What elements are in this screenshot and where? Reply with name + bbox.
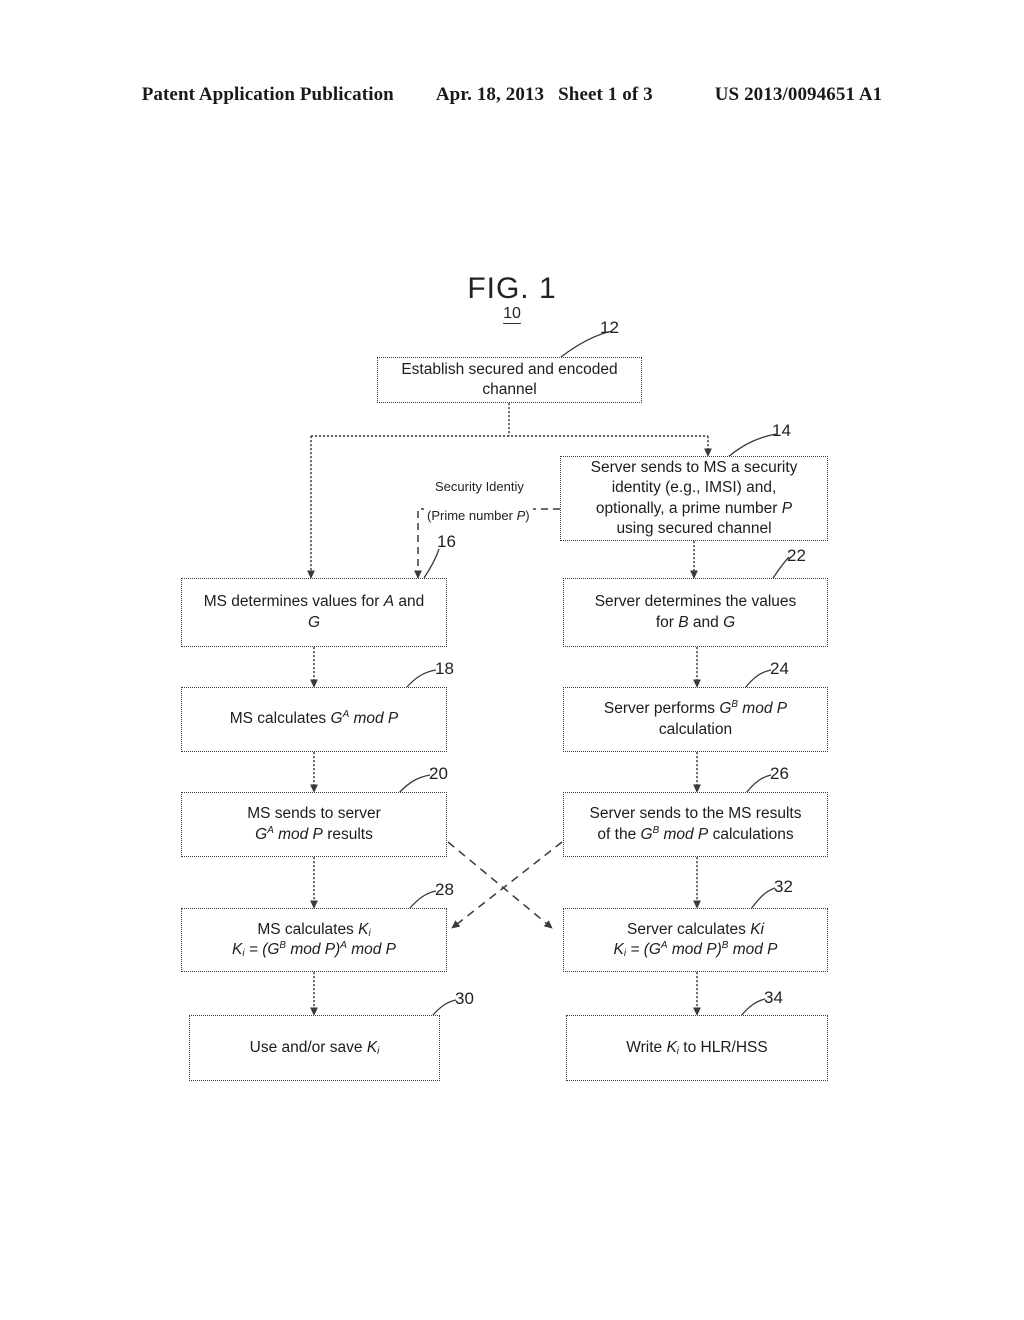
flow-box-server-determines-values: Server determines the values for B and G — [563, 578, 828, 647]
flow-box-ms-sends-results: MS sends to server GA mod P results — [181, 792, 447, 857]
patent-page: Patent Application Publication Apr. 18, … — [0, 0, 1024, 1320]
flow-box-server-sends-identity: Server sends to MS a security identity (… — [560, 456, 828, 541]
figure-number-value: 10 — [503, 305, 521, 324]
wire-label-security-identity: Security Identiy — [432, 479, 527, 494]
ref-numeral-12: 12 — [600, 318, 619, 337]
flow-box-ms-determines-values: MS determines values for A and G — [181, 578, 447, 647]
publication-label: Patent Application Publication — [141, 84, 394, 105]
flow-box-write-ki-hlr: Write Ki to HLR/HSS — [566, 1015, 828, 1081]
box26-line2: of the GB mod P calculations — [597, 824, 794, 843]
figure-title: FIG. 1 — [467, 272, 557, 305]
box26-line1: Server sends to the MS results — [589, 805, 802, 823]
box32-line2: Ki = (GA mod P)B mod P — [613, 939, 778, 959]
box20-line1: MS sends to server — [247, 805, 381, 823]
box28-line2: Ki = (GB mod P)A mod P — [231, 939, 397, 959]
box32-line1: Server calculates Ki — [627, 920, 764, 938]
box14-line3: optionally, a prime number P — [595, 499, 793, 517]
flow-connectors — [307, 330, 790, 1017]
box24-line1: Server performs GB mod P — [603, 698, 788, 718]
flow-box-establish-channel: Establish secured and encoded channel — [377, 357, 642, 403]
ref-numeral-20: 20 — [429, 764, 448, 783]
flow-box-ms-calculates-ki: MS calculates Ki Ki = (GB mod P)A mod P — [181, 908, 447, 972]
box24-line2: calculation — [658, 720, 733, 738]
patent-running-header: Patent Application Publication Apr. 18, … — [0, 84, 1024, 106]
ref-numeral-34: 34 — [764, 988, 783, 1007]
box16-line1: MS determines values for A and — [203, 593, 425, 611]
box22-line1: Server determines the values — [594, 593, 797, 611]
box34-text: Write Ki to HLR/HSS — [626, 1038, 768, 1057]
ref-numeral-32: 32 — [774, 877, 793, 896]
box14-line1: Server sends to MS a security — [590, 458, 798, 476]
box30-text: Use and/or save Ki — [249, 1038, 380, 1057]
box28-line1: MS calculates Ki — [257, 920, 371, 939]
prime-number-text: (Prime number P) — [427, 508, 530, 523]
box22-line2: for B and G — [655, 613, 736, 631]
flow-box-server-sends-results: Server sends to the MS results of the GB… — [563, 792, 828, 857]
box20-line2: GA mod P results — [255, 824, 373, 843]
flow-box-server-performs-gb: Server performs GB mod P calculation — [563, 687, 828, 752]
ref-numeral-16: 16 — [437, 532, 456, 551]
box12-line2: channel — [482, 381, 537, 398]
box16-line2: G — [307, 613, 321, 631]
publication-date: Apr. 18, 2013 — [435, 84, 545, 105]
flow-box-use-save-ki: Use and/or save Ki — [189, 1015, 440, 1081]
ref-numeral-22: 22 — [787, 546, 806, 565]
flow-box-ms-calculates-ga: MS calculates GA mod P — [181, 687, 447, 752]
ref-numeral-30: 30 — [455, 989, 474, 1008]
sheet-label: Sheet 1 of 3 — [558, 84, 653, 105]
security-identity-text: Security Identiy — [435, 479, 524, 494]
ref-numeral-28: 28 — [435, 880, 454, 899]
flow-box-server-calculates-ki: Server calculates Ki Ki = (GA mod P)B mo… — [563, 908, 828, 972]
box14-line2: identity (e.g., IMSI) and, — [611, 479, 777, 497]
ref-numeral-24: 24 — [770, 659, 789, 678]
patent-number: US 2013/0094651 A1 — [714, 84, 883, 105]
ref-numeral-14: 14 — [772, 421, 791, 440]
box14-line4: using secured channel — [616, 519, 772, 537]
box12-line1: Establish secured and encoded — [401, 360, 618, 378]
box18-text: MS calculates GA mod P — [229, 709, 399, 728]
figure-number: 10 — [0, 305, 1024, 324]
ref-numeral-18: 18 — [435, 659, 454, 678]
wire-label-prime-number: (Prime number P) — [424, 508, 533, 523]
ref-numeral-26: 26 — [770, 764, 789, 783]
